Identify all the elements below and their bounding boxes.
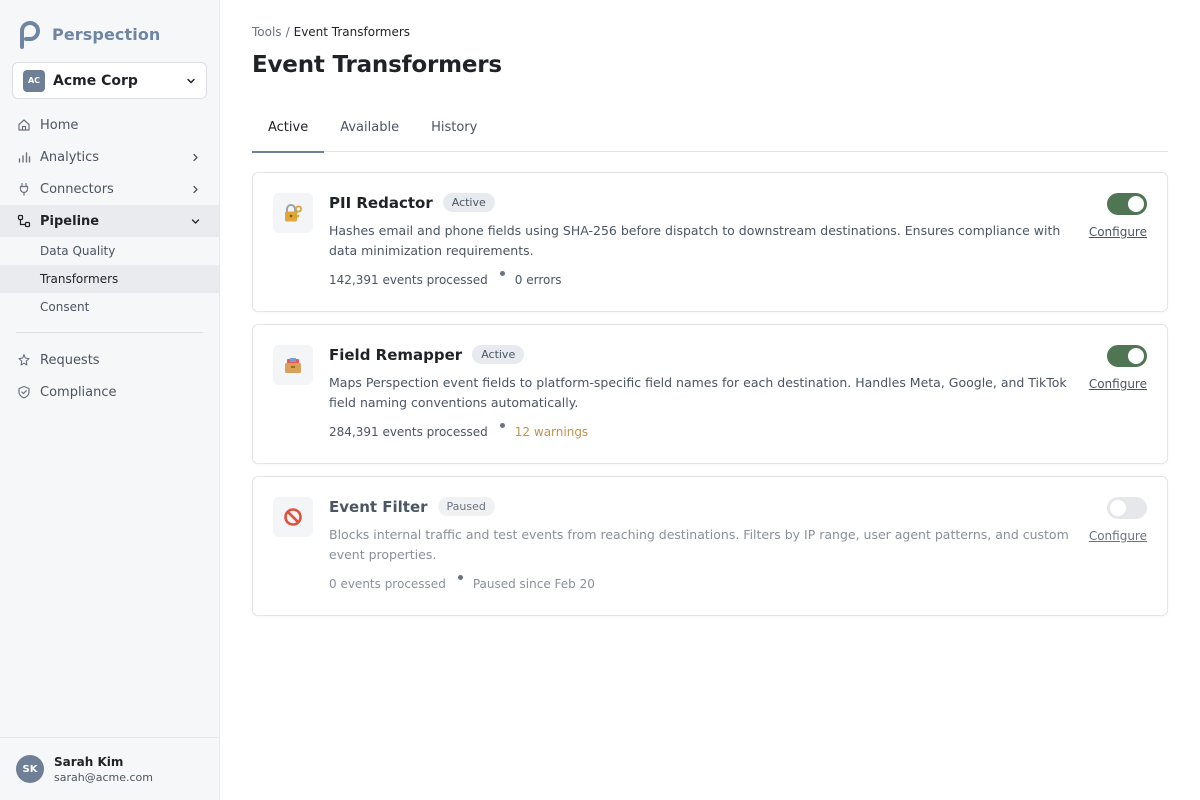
chevron-right-icon [193,185,198,193]
events-processed: 142,391 events processed [329,273,488,287]
configure-link[interactable]: Configure [1089,377,1147,391]
brand[interactable]: Perspection [14,18,160,50]
toggle-knob [1110,500,1126,516]
sidebar-item-label: Analytics [40,149,100,165]
transformer-stats: 142,391 events processed 0 errors [329,270,562,287]
perspection-logo-icon [20,21,40,49]
sidebar: Perspection AC Acme Corp Home Analytics … [0,0,220,800]
transformer-description: Blocks internal traffic and test events … [329,527,1069,562]
sidebar-subitem-consent[interactable]: Consent [0,293,219,321]
plug-icon [17,182,31,196]
breadcrumb: Tools / Event Transformers [252,25,410,39]
sidebar-item-requests[interactable]: Requests [0,344,219,376]
separator-dot [457,574,463,580]
lock-with-key-icon [273,193,313,233]
transformer-name: Field Remapper [329,345,463,364]
transformer-description: Hashes email and phone fields using SHA-… [329,223,1061,258]
sidebar-item-label: Compliance [40,384,117,400]
sidebar-subitem-data-quality[interactable]: Data Quality [0,237,219,265]
status-badge: Paused [437,497,495,516]
sidebar-item-label: Connectors [40,181,114,197]
transformer-name: PII Redactor [329,193,433,212]
shield-check-icon [17,385,31,399]
error-count: 0 errors [514,273,562,287]
configure-link[interactable]: Configure [1089,225,1147,239]
avatar: SK [16,755,44,783]
toggle-knob [1128,196,1144,212]
separator-dot [499,270,505,276]
sidebar-nav: Home Analytics Connectors Pipeline Data … [0,109,219,408]
paused-since: Paused since Feb 20 [472,577,595,591]
workflow-icon [17,214,31,228]
transformer-description: Maps Perspection event fields to platfor… [329,375,1067,410]
toggle-knob [1128,348,1144,364]
breadcrumb-parent[interactable]: Tools [252,25,282,39]
brand-name: Perspection [52,24,161,44]
transformer-card-field-remapper: Field Remapper Active Maps Perspection e… [252,324,1168,464]
tab-bar: Active Available History [252,108,1168,153]
sidebar-item-pipeline[interactable]: Pipeline [0,205,219,237]
status-badge: Active [472,345,525,364]
sidebar-item-home[interactable]: Home [0,109,219,141]
sidebar-item-connectors[interactable]: Connectors [0,173,219,205]
sidebar-item-analytics[interactable]: Analytics [0,141,219,173]
sidebar-divider [16,332,203,333]
tab-history[interactable]: History [415,108,493,152]
enable-toggle[interactable] [1107,497,1147,519]
configure-link[interactable]: Configure [1089,529,1147,543]
sidebar-subitem-transformers[interactable]: Transformers [0,265,219,293]
org-switcher[interactable]: AC Acme Corp [12,62,207,99]
transformer-stats: 0 events processed Paused since Feb 20 [329,574,595,591]
tab-available[interactable]: Available [324,108,415,152]
sidebar-item-compliance[interactable]: Compliance [0,376,219,408]
enable-toggle[interactable] [1107,345,1147,367]
sidebar-item-label: Home [40,117,79,133]
breadcrumb-separator: / [285,25,290,39]
user-profile[interactable]: SK Sarah Kim sarah@acme.com [0,737,219,800]
separator-dot [499,422,505,428]
events-processed: 284,391 events processed [329,425,488,439]
breadcrumb-current: Event Transformers [293,25,411,39]
sparkle-settings-icon [17,353,31,367]
transformer-card-pii-redactor: PII Redactor Active Hashes email and pho… [252,172,1168,312]
sidebar-item-label: Requests [40,352,100,368]
org-name: Acme Corp [53,72,138,89]
bar-chart-icon [17,150,31,164]
chevron-down-icon [187,78,195,83]
page-title: Event Transformers [252,52,502,78]
transformer-card-event-filter: Event Filter Paused Blocks internal traf… [252,476,1168,616]
transformer-stats: 284,391 events processed 12 warnings [329,422,589,439]
events-processed: 0 events processed [329,577,446,591]
sidebar-item-label: Pipeline [40,213,100,229]
enable-toggle[interactable] [1107,193,1147,215]
warning-count: 12 warnings [514,425,589,439]
prohibited-icon [273,497,313,537]
transformer-name: Event Filter [329,497,428,516]
user-name: Sarah Kim [54,754,124,769]
org-badge: AC [23,69,45,92]
chevron-down-icon [191,218,200,224]
home-icon [17,118,31,132]
card-index-box-icon [273,345,313,385]
status-badge: Active [442,193,495,212]
user-email: sarah@acme.com [54,770,153,784]
chevron-right-icon [193,153,198,161]
tab-active[interactable]: Active [252,108,325,153]
